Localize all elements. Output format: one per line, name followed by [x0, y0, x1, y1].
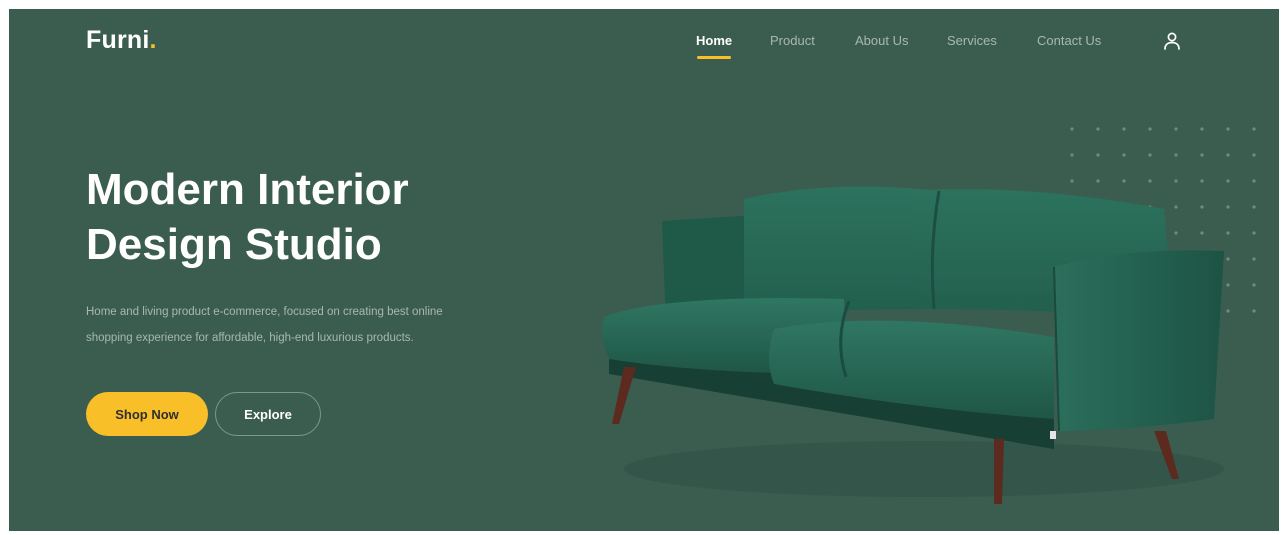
pattern-dot	[1226, 283, 1230, 287]
nav-home[interactable]: Home	[696, 33, 732, 48]
pattern-dot	[1226, 205, 1230, 209]
pattern-dot	[1174, 127, 1178, 131]
sofa-image	[602, 186, 1224, 504]
pattern-dot	[1252, 283, 1256, 287]
hero-title-line-2: Design Studio	[86, 220, 382, 269]
nav-product[interactable]: Product	[770, 33, 815, 48]
pattern-dot	[1252, 205, 1256, 209]
pattern-dot	[1252, 231, 1256, 235]
nav-contact-us[interactable]: Contact Us	[1037, 33, 1101, 48]
pattern-dot	[1096, 127, 1100, 131]
pattern-dot	[1226, 257, 1230, 261]
pattern-dot	[1122, 153, 1126, 157]
pattern-dot	[1252, 179, 1256, 183]
pattern-dot	[1252, 127, 1256, 131]
nav-services[interactable]: Services	[947, 33, 997, 48]
pattern-dot	[1226, 309, 1230, 313]
pattern-dot	[1200, 153, 1204, 157]
pattern-dot	[1226, 153, 1230, 157]
hero-title: Modern Interior Design Studio	[86, 162, 526, 272]
pattern-dot	[1070, 153, 1074, 157]
pattern-dot	[1096, 153, 1100, 157]
pattern-dot	[1174, 153, 1178, 157]
nav-about-us[interactable]: About Us	[855, 33, 908, 48]
pattern-dot	[1252, 309, 1256, 313]
pattern-dot	[1122, 127, 1126, 131]
main-nav: Home Product About Us Services Contact U…	[9, 29, 1279, 69]
pattern-dot	[1252, 257, 1256, 261]
pattern-dot	[1148, 127, 1152, 131]
pattern-dot	[1148, 153, 1152, 157]
pattern-dot	[1070, 127, 1074, 131]
hero-section: Furni. Home Product About Us Services Co…	[9, 9, 1279, 531]
active-nav-indicator	[697, 56, 731, 59]
hero-description: Home and living product e-commerce, focu…	[86, 306, 443, 344]
explore-button[interactable]: Explore	[215, 392, 321, 436]
pattern-dot	[1252, 153, 1256, 157]
pattern-dot	[1200, 127, 1204, 131]
shop-now-button[interactable]: Shop Now	[86, 392, 208, 436]
pattern-dot	[1226, 127, 1230, 131]
pattern-dot	[1226, 179, 1230, 183]
user-icon[interactable]	[1161, 30, 1183, 52]
hero-title-line-1: Modern Interior	[86, 165, 409, 214]
pattern-dot	[1226, 231, 1230, 235]
